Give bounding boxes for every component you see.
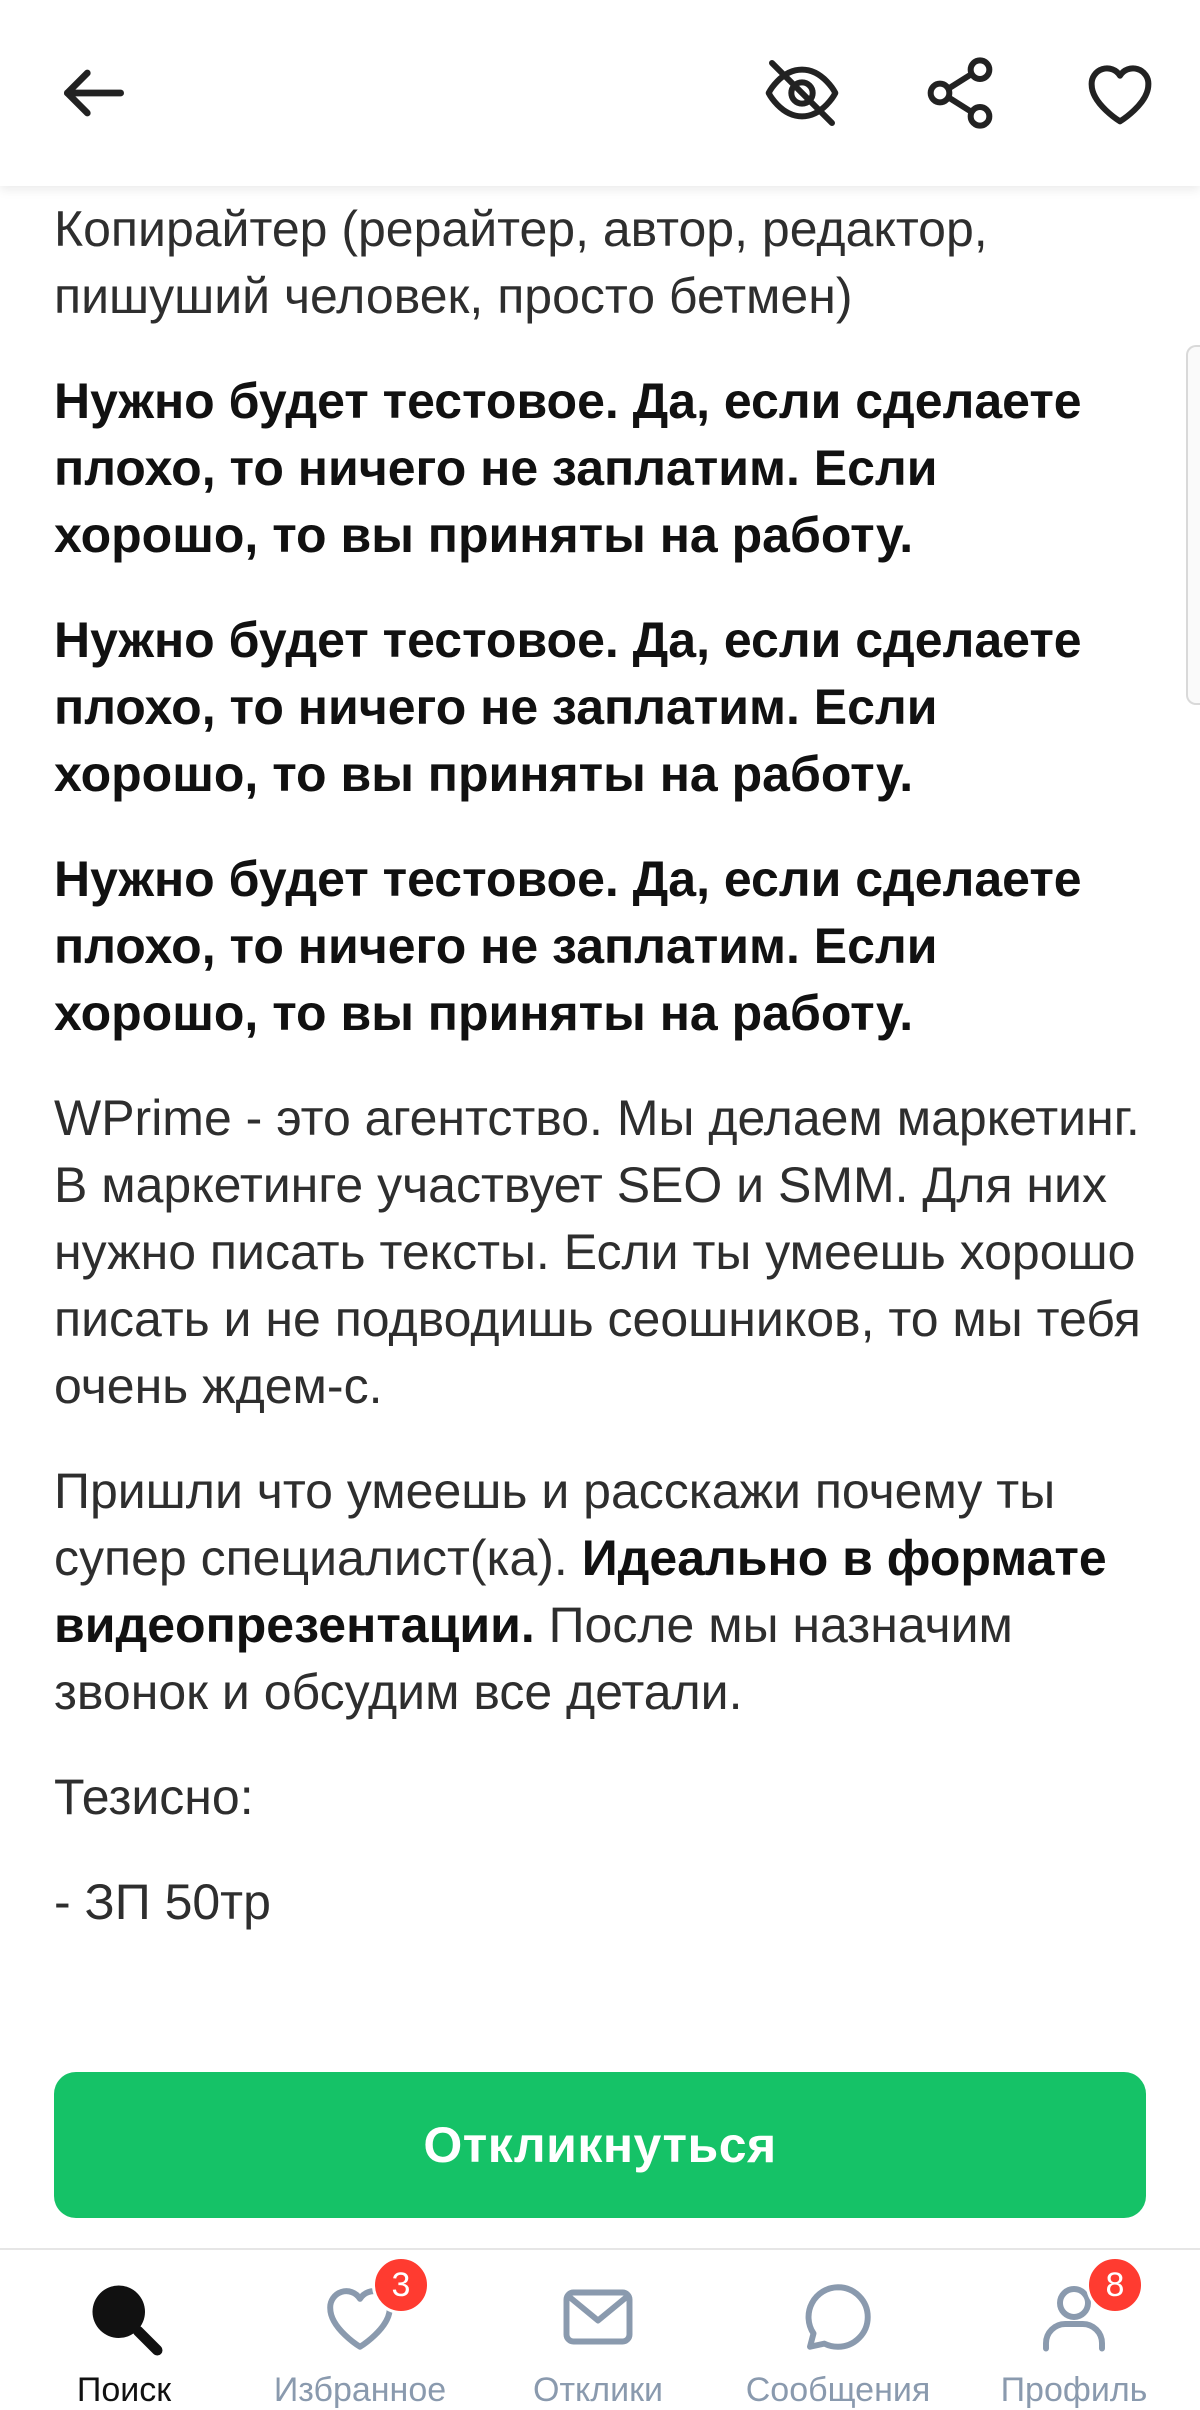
- theses-item: - ЗП 50тр: [54, 1874, 271, 1930]
- share-button[interactable]: [910, 43, 1010, 143]
- hide-vacancy-button[interactable]: [752, 43, 852, 143]
- favorites-count-badge: 3: [372, 2256, 430, 2314]
- vacancy-description: Копирайтер (рерайтер, автор, редактор, п…: [54, 196, 1154, 1974]
- theses-title: Тезисно:: [54, 1769, 254, 1825]
- envelope-icon: [563, 2289, 633, 2344]
- bold-paragraph: Нужно будет тестовое. Да, если сделаете …: [54, 612, 1082, 802]
- heart-icon: [1088, 65, 1152, 125]
- tab-label: Избранное: [273, 2371, 447, 2409]
- tab-responses[interactable]: Отклики: [478, 2250, 718, 2410]
- chat-bubble-icon: [805, 2283, 871, 2350]
- respond-button[interactable]: Откликнуться: [54, 2072, 1146, 2218]
- back-button[interactable]: [44, 43, 144, 143]
- share-icon: [927, 57, 993, 129]
- tab-label: Сообщения: [745, 2371, 931, 2409]
- eye-off-icon: [765, 60, 839, 126]
- profile-notifications-badge: 8: [1086, 2256, 1144, 2314]
- favorite-button[interactable]: [1070, 43, 1170, 143]
- scroll-indicator[interactable]: [1186, 345, 1200, 705]
- tab-label: Профиль: [1000, 2371, 1148, 2409]
- tab-favorites[interactable]: 3 Избранное: [240, 2250, 480, 2410]
- tab-label: Отклики: [533, 2371, 663, 2409]
- bold-paragraph: Нужно будет тестовое. Да, если сделаете …: [54, 851, 1082, 1041]
- tab-label: Поиск: [76, 2371, 172, 2409]
- description-title-line: Копирайтер (рерайтер, автор, редактор, п…: [54, 201, 988, 324]
- bold-paragraph: Нужно будет тестовое. Да, если сделаете …: [54, 373, 1082, 563]
- search-icon: [92, 2285, 163, 2355]
- arrow-left-icon: [63, 69, 124, 117]
- call-to-send-paragraph: Пришли что умеешь и расскажи почему ты с…: [54, 1458, 1154, 1726]
- tab-profile[interactable]: 8 Профиль: [954, 2250, 1194, 2410]
- about-paragraph: WPrime - это агентство. Мы делаем маркет…: [54, 1090, 1141, 1414]
- tab-messages[interactable]: Сообщения: [718, 2250, 958, 2410]
- bottom-tab-bar: Поиск 3 Избранное Отклики Сообщения 8 Пр…: [0, 2248, 1200, 2410]
- tab-search[interactable]: Поиск: [4, 2250, 244, 2410]
- top-app-bar: [0, 0, 1200, 186]
